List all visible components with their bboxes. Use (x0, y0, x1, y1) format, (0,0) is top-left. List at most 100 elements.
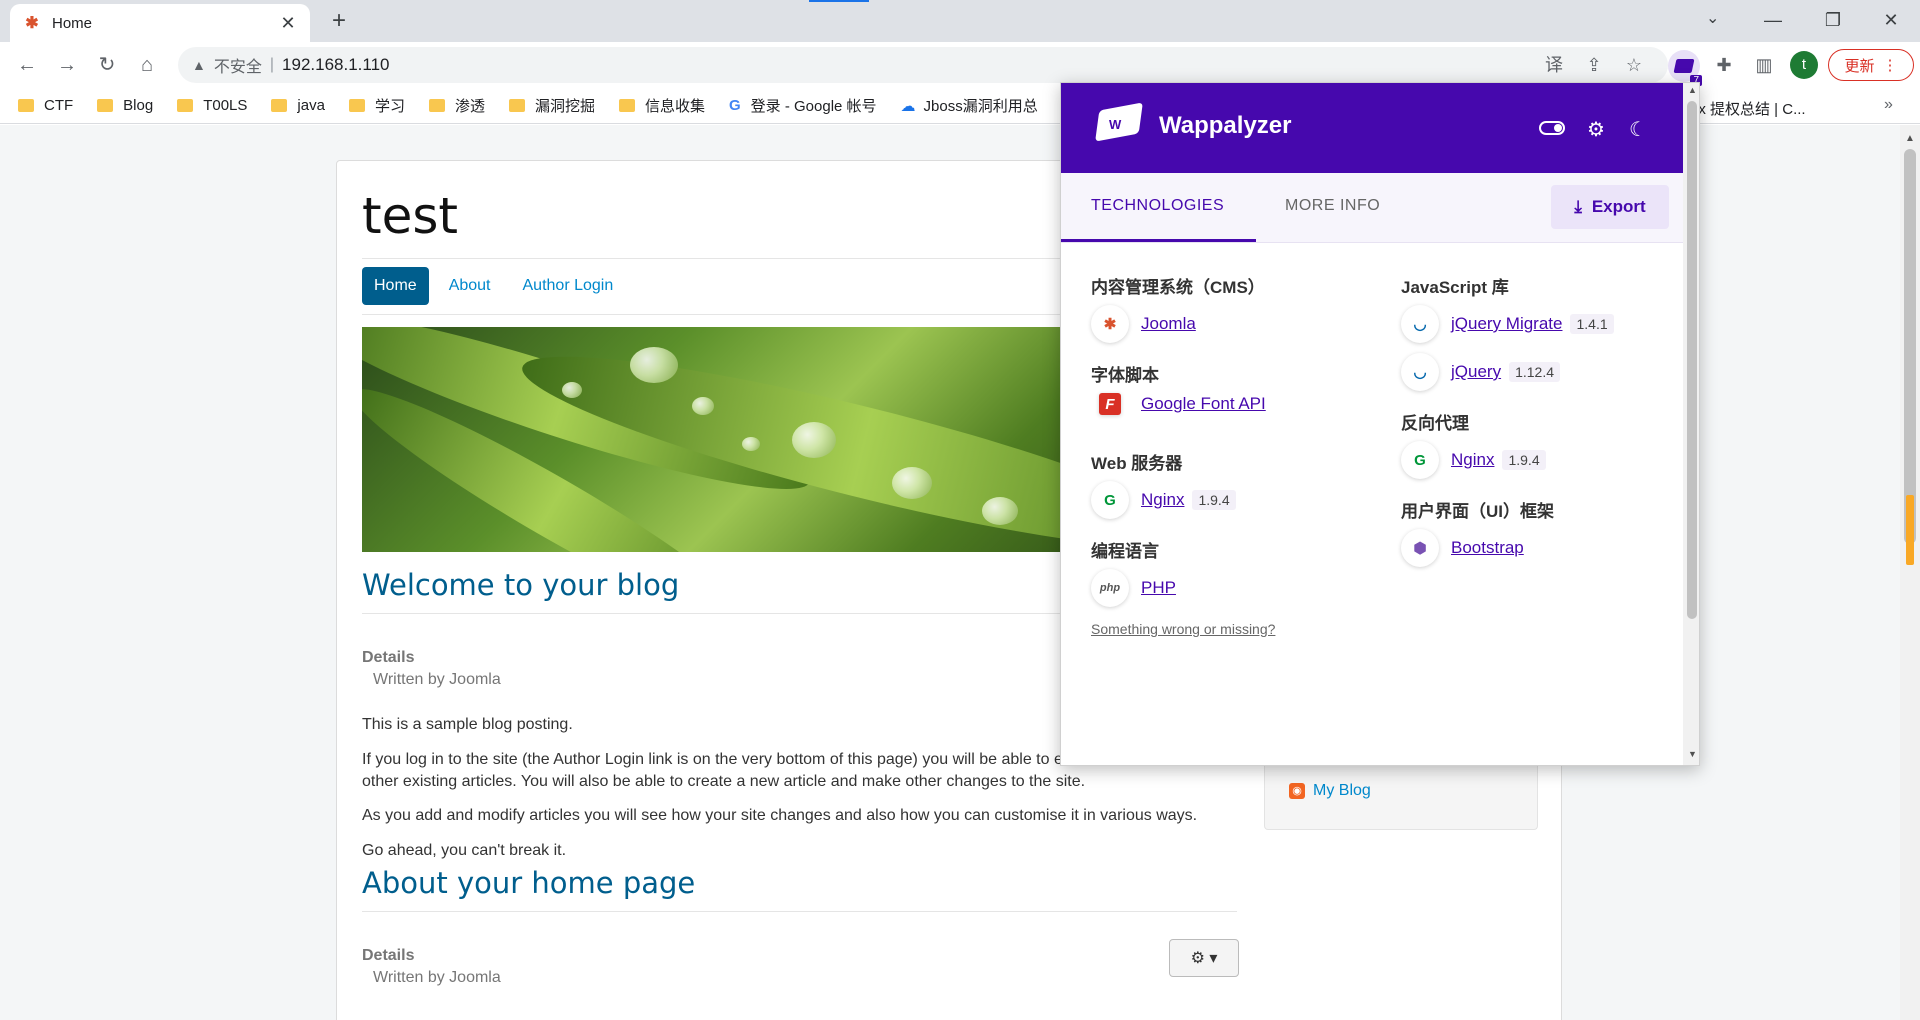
settings-gear-icon[interactable]: ⚙ (1584, 117, 1608, 142)
category-programming-language: 编程语言 (1091, 542, 1159, 561)
bookmark-blog[interactable]: Blog (97, 97, 153, 114)
tech-php[interactable]: php PHP (1091, 569, 1176, 607)
tab-title: Home (52, 14, 93, 32)
article-heading-about[interactable]: About your home page (362, 866, 695, 900)
bookmark-vuln-hunting[interactable]: 漏洞挖掘 (508, 95, 595, 116)
nav-author-login[interactable]: Author Login (511, 267, 626, 305)
export-label: Export (1591, 197, 1646, 216)
tab-technologies[interactable]: TECHNOLOGIES (1091, 197, 1224, 215)
url-text[interactable]: 192.168.1.110 (282, 55, 389, 75)
page-scrollbar[interactable]: ▲ (1900, 125, 1920, 1020)
close-window-button[interactable]: ✕ (1866, 4, 1916, 36)
wappalyzer-extension-icon[interactable]: 7 (1668, 50, 1702, 86)
article-heading-welcome[interactable]: Welcome to your blog (362, 568, 679, 602)
technologies-list: 内容管理系统（CMS） ✱ Joomla 字体脚本 F Google Font … (1061, 243, 1683, 765)
report-issue-link[interactable]: Something wrong or missing? (1091, 621, 1275, 637)
written-by: Written by Joomla (373, 969, 501, 986)
version-badge: 1.4.1 (1570, 314, 1614, 334)
bookmark-ctf[interactable]: CTF (18, 97, 73, 114)
rss-link[interactable]: ◉ My Blog (1289, 782, 1371, 800)
category-cms: 内容管理系统（CMS） (1091, 278, 1265, 297)
insecure-label[interactable]: 不安全 (214, 53, 262, 77)
scroll-up-arrow-icon[interactable]: ▲ (1688, 85, 1697, 95)
scroll-down-arrow-icon[interactable]: ▼ (1688, 749, 1697, 759)
scroll-up-arrow-icon[interactable]: ▲ (1905, 133, 1915, 144)
cloud-icon: ☁ (900, 97, 916, 115)
folder-icon (428, 99, 445, 112)
bookmark-info-gathering[interactable]: 信息收集 (618, 95, 705, 116)
nginx-icon: G (1401, 441, 1439, 479)
forward-arrow-icon[interactable]: → (52, 50, 82, 80)
site-title[interactable]: test (362, 187, 458, 245)
popup-scrollbar-thumb[interactable] (1687, 101, 1697, 619)
dark-mode-moon-icon[interactable]: ☾ (1626, 117, 1650, 142)
close-tab-icon[interactable]: ✕ (278, 13, 298, 34)
warning-triangle-icon[interactable]: ▲ (192, 57, 206, 73)
new-tab-button[interactable]: + (325, 8, 353, 36)
tab-more-info[interactable]: MORE INFO (1285, 197, 1380, 215)
scroll-marker (1906, 495, 1914, 565)
translate-icon[interactable]: 译 (1540, 50, 1568, 80)
export-button[interactable]: ⤓ Export (1551, 185, 1669, 229)
version-badge: 1.12.4 (1509, 362, 1561, 382)
version-badge: 1.9.4 (1192, 490, 1236, 510)
bookmarks-overflow-icon[interactable]: » (1884, 96, 1893, 114)
bookmark-linux-privesc[interactable]: ux 提权总结 | C... (1690, 98, 1806, 119)
google-font-icon: F (1099, 393, 1121, 415)
php-icon: php (1091, 569, 1129, 607)
toggle-switch-icon[interactable] (1539, 121, 1565, 135)
popup-scrollbar[interactable]: ▲ ▼ (1683, 83, 1699, 765)
reload-icon[interactable]: ↻ (92, 50, 122, 80)
water-drop (562, 382, 582, 398)
bookmark-t00ls[interactable]: T00LS (177, 97, 247, 114)
side-panel-icon[interactable]: ▥ (1750, 50, 1778, 80)
folder-icon (618, 99, 635, 112)
nav-home[interactable]: Home (362, 267, 429, 305)
tech-bootstrap[interactable]: ⬢ Bootstrap (1401, 529, 1524, 567)
update-button[interactable]: 更新 ⋮ (1828, 49, 1914, 81)
gear-icon: ⚙ (1190, 950, 1205, 967)
scrollbar-thumb[interactable] (1904, 149, 1916, 544)
minimize-button[interactable]: — (1748, 4, 1798, 36)
tech-jquery-migrate[interactable]: ◡ jQuery Migrate 1.4.1 (1401, 305, 1614, 343)
extensions-puzzle-icon[interactable]: ✚ (1710, 50, 1738, 80)
folder-icon (348, 99, 365, 112)
rss-icon: ◉ (1289, 783, 1305, 799)
restore-button[interactable]: ❐ (1808, 4, 1858, 36)
written-by: Written by Joomla (373, 671, 501, 688)
version-badge: 1.9.4 (1502, 450, 1546, 470)
wappalyzer-brand: Wappalyzer (1159, 112, 1292, 139)
rss-label[interactable]: My Blog (1313, 782, 1371, 800)
bookmark-jboss[interactable]: ☁ Jboss漏洞利用总 (901, 95, 1038, 116)
bookmark-google-login[interactable]: G 登录 - Google 帐号 (729, 95, 877, 116)
tab-search-icon[interactable]: ⌄ (1706, 8, 1719, 28)
details-label: Details (362, 947, 415, 964)
folder-icon (97, 99, 114, 112)
tech-jquery[interactable]: ◡ jQuery 1.12.4 (1401, 353, 1561, 391)
download-icon: ⤓ (1574, 197, 1582, 216)
water-drop (742, 437, 760, 451)
bookmark-java[interactable]: java (271, 97, 325, 114)
water-drop (982, 497, 1018, 525)
category-ui-frameworks: 用户界面（UI）框架 (1401, 502, 1554, 521)
home-icon[interactable]: ⌂ (132, 50, 162, 80)
bookmark-pentest[interactable]: 渗透 (428, 95, 485, 116)
profile-avatar[interactable]: t (1790, 51, 1818, 79)
tech-google-font-api[interactable]: F Google Font API (1091, 393, 1266, 415)
bookmark-star-icon[interactable]: ☆ (1620, 50, 1648, 80)
share-icon[interactable]: ⇪ (1580, 50, 1608, 80)
back-arrow-icon[interactable]: ← (12, 50, 42, 80)
browser-tab-home[interactable]: ✱ Home ✕ (10, 4, 310, 42)
tech-joomla[interactable]: ✱ Joomla (1091, 305, 1196, 343)
nginx-icon: G (1091, 481, 1129, 519)
address-bar[interactable]: ▲ 不安全 | 192.168.1.110 (178, 47, 1668, 83)
tech-nginx-webserver[interactable]: G Nginx 1.9.4 (1091, 481, 1236, 519)
tech-nginx-proxy[interactable]: G Nginx 1.9.4 (1401, 441, 1546, 479)
folder-icon (508, 99, 525, 112)
nav-about[interactable]: About (437, 267, 503, 305)
article-tools-button[interactable]: ⚙ ▾ (1169, 939, 1239, 977)
bookmark-study[interactable]: 学习 (348, 95, 405, 116)
category-web-server: Web 服务器 (1091, 454, 1183, 473)
divider (362, 911, 1237, 912)
water-drop (792, 422, 836, 458)
